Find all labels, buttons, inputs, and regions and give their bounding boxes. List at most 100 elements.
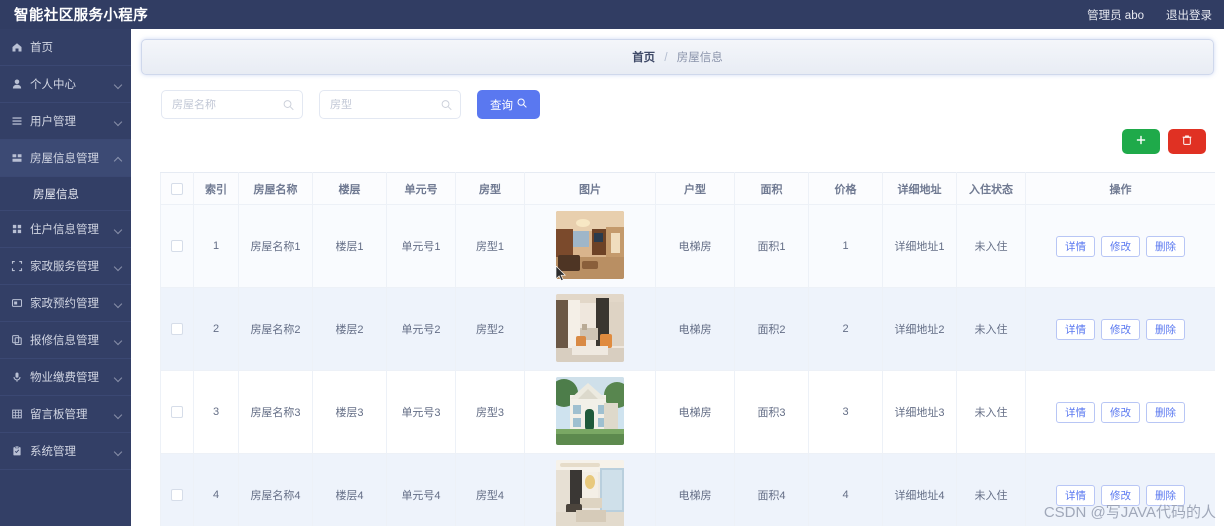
sidebar-item-9[interactable]: 留言板管理 [0,396,131,433]
sidebar-item-5[interactable]: 家政服务管理 [0,248,131,285]
detail-button[interactable]: 详情 [1056,402,1095,423]
house-thumbnail-image[interactable] [556,211,624,279]
cell-area: 面积2 [735,288,809,371]
cell-house-name: 房屋名称2 [239,288,313,371]
add-button[interactable] [1122,129,1160,154]
column-header: 入住状态 [957,173,1026,205]
sidebar-item-label: 个人中心 [30,76,114,92]
edit-button[interactable]: 修改 [1101,319,1140,340]
clipboard-icon [10,445,23,458]
search-button-label: 查询 [490,97,513,113]
column-header: 价格 [809,173,883,205]
sidebar-item-1[interactable]: 个人中心 [0,66,131,103]
house-thumbnail-image[interactable] [556,294,624,362]
sidebar-item-0[interactable]: 首页 [0,29,131,66]
row-checkbox[interactable] [171,489,183,501]
table-row[interactable]: 1房屋名称1楼层1单元号1房型1 电梯房面积11详细地址1未入住详情修改删除 [161,205,1216,288]
cell-address: 详细地址3 [883,371,957,454]
cell-image[interactable] [525,205,656,288]
detail-button[interactable]: 详情 [1056,319,1095,340]
table-body: 1房屋名称1楼层1单元号1房型1 电梯房面积11详细地址1未入住详情修改删除2房… [161,205,1216,526]
app-root: 智能社区服务小程序 管理员 abo 退出登录 首页个人中心用户管理房屋信息管理房… [0,0,1224,526]
sidebar-item-3[interactable]: 房屋信息管理 [0,140,131,177]
cell-price: 3 [809,371,883,454]
cell-area: 面积1 [735,205,809,288]
row-checkbox-cell[interactable] [161,288,194,371]
breadcrumb: 首页 / 房屋信息 [632,49,723,65]
detail-button[interactable]: 详情 [1056,236,1095,257]
delete-button[interactable]: 删除 [1146,236,1185,257]
house-table-container: 索引房屋名称楼层单元号房型图片户型面积价格详细地址入住状态操作 1房屋名称1楼层… [160,172,1215,526]
grid-icon [10,223,23,236]
sidebar-item-10[interactable]: 系统管理 [0,433,131,470]
sidebar-item-4[interactable]: 住户信息管理 [0,211,131,248]
table-row[interactable]: 2房屋名称2楼层2单元号2房型2 电梯房面积22详细地址2未入住详情修改删除 [161,288,1216,371]
cell-image[interactable] [525,371,656,454]
house-thumbnail-image[interactable] [556,377,624,445]
column-header: 房屋名称 [239,173,313,205]
search-icon [517,98,527,111]
breadcrumb-separator: / [664,52,667,64]
main-content: 首页 / 房屋信息 查询 [131,29,1224,526]
column-header: 面积 [735,173,809,205]
sidebar-submenu-item-house-info[interactable]: 房屋信息 [0,177,131,211]
edit-button[interactable]: 修改 [1101,402,1140,423]
logout-link[interactable]: 退出登录 [1166,7,1212,23]
chevron-down-icon [114,299,123,308]
sidebar-item-8[interactable]: 物业缴费管理 [0,359,131,396]
delete-button[interactable]: 删除 [1146,319,1185,340]
sidebar-item-2[interactable]: 用户管理 [0,103,131,140]
cell-image[interactable] [525,288,656,371]
chevron-down-icon [114,373,123,382]
cell-price: 2 [809,288,883,371]
cell-image[interactable] [525,454,656,526]
delete-button[interactable]: 删除 [1146,402,1185,423]
chevron-down-icon [114,336,123,345]
cell-address: 详细地址1 [883,205,957,288]
chevron-down-icon [114,410,123,419]
cell-status: 未入住 [957,371,1026,454]
top-bar: 智能社区服务小程序 管理员 abo 退出登录 [0,0,1224,29]
building-icon [10,152,23,165]
edit-button[interactable]: 修改 [1101,236,1140,257]
house-thumbnail-image[interactable] [556,460,624,526]
search-button[interactable]: 查询 [477,90,540,119]
row-operation-buttons: 详情修改删除 [1026,402,1215,423]
sidebar-item-6[interactable]: 家政预约管理 [0,285,131,322]
row-checkbox[interactable] [171,323,183,335]
row-checkbox[interactable] [171,406,183,418]
select-all-checkbox[interactable] [171,183,183,195]
row-checkbox-cell[interactable] [161,371,194,454]
house-name-search-input[interactable] [172,99,280,111]
house-name-search-field[interactable] [161,90,303,119]
mic-icon [10,371,23,384]
plus-icon [1135,134,1147,149]
sidebar-item-7[interactable]: 报修信息管理 [0,322,131,359]
chevron-down-icon [114,225,123,234]
cell-index: 2 [194,288,239,371]
column-header: 操作 [1026,173,1216,205]
search-icon [283,99,294,110]
table-row[interactable]: 3房屋名称3楼层3单元号3房型3 电梯房面积33详细地址3未入住详情修改删除 [161,371,1216,454]
cell-operations: 详情修改删除 [1026,288,1216,371]
chevron-up-icon [114,154,123,163]
cell-room-type: 房型4 [456,454,525,526]
select-all-checkbox-cell[interactable] [161,173,194,205]
breadcrumb-home[interactable]: 首页 [632,52,655,64]
room-type-search-input[interactable] [330,99,438,111]
sidebar-item-label: 物业缴费管理 [30,369,114,385]
column-header: 图片 [525,173,656,205]
cell-unit: 单元号3 [387,371,456,454]
row-checkbox[interactable] [171,240,183,252]
search-filter-row: 查询 [161,90,540,119]
cell-house-type: 电梯房 [656,288,735,371]
app-title: 智能社区服务小程序 [0,4,148,25]
trash-icon [1181,134,1193,149]
cell-unit: 单元号1 [387,205,456,288]
column-header: 索引 [194,173,239,205]
table-header-row: 索引房屋名称楼层单元号房型图片户型面积价格详细地址入住状态操作 [161,173,1216,205]
row-checkbox-cell[interactable] [161,205,194,288]
room-type-search-field[interactable] [319,90,461,119]
batch-delete-button[interactable] [1168,129,1206,154]
row-checkbox-cell[interactable] [161,454,194,526]
